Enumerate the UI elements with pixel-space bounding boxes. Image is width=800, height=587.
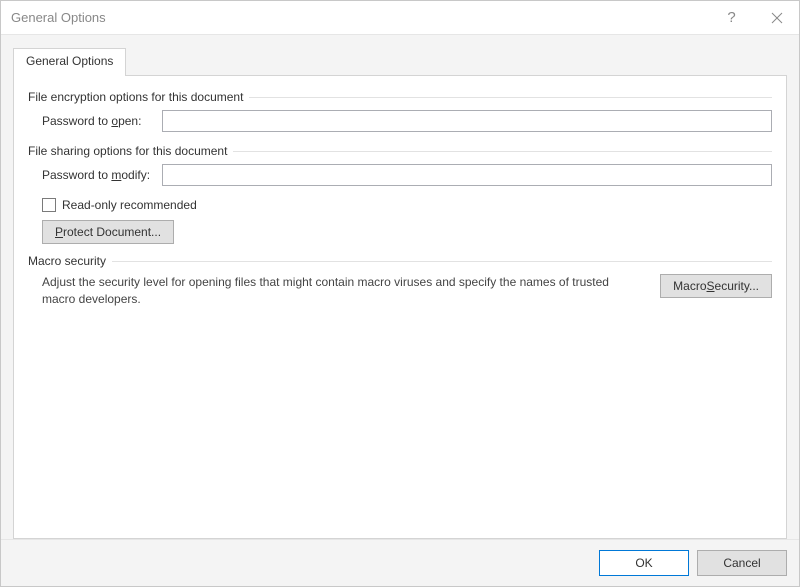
cancel-button[interactable]: Cancel bbox=[697, 550, 787, 576]
dialog-footer: OK Cancel bbox=[1, 539, 799, 586]
titlebar: General Options ? bbox=[1, 1, 799, 35]
help-icon[interactable]: ? bbox=[709, 1, 754, 34]
protect-document-button[interactable]: Protect Document... bbox=[42, 220, 174, 244]
macro-row: Adjust the security level for opening fi… bbox=[42, 274, 772, 308]
password-open-row: Password to open: bbox=[42, 110, 772, 132]
protect-document-wrap: Protect Document... bbox=[42, 220, 772, 244]
window-title: General Options bbox=[11, 10, 106, 25]
tabs: General Options bbox=[13, 47, 787, 75]
ok-button[interactable]: OK bbox=[599, 550, 689, 576]
password-open-label: Password to open: bbox=[42, 114, 162, 128]
window-controls: ? bbox=[709, 1, 799, 34]
macro-security-button[interactable]: Macro Security... bbox=[660, 274, 772, 298]
readonly-checkbox[interactable] bbox=[42, 198, 56, 212]
readonly-row[interactable]: Read-only recommended bbox=[42, 198, 772, 212]
tab-panel: File encryption options for this documen… bbox=[13, 75, 787, 539]
general-options-dialog: General Options ? General Options File e… bbox=[0, 0, 800, 587]
tab-general-options[interactable]: General Options bbox=[13, 48, 126, 76]
macro-description: Adjust the security level for opening fi… bbox=[42, 274, 640, 308]
close-icon[interactable] bbox=[754, 1, 799, 34]
dialog-body: General Options File encryption options … bbox=[1, 35, 799, 539]
password-modify-input[interactable] bbox=[162, 164, 772, 186]
password-open-input[interactable] bbox=[162, 110, 772, 132]
password-modify-label: Password to modify: bbox=[42, 168, 162, 182]
readonly-label: Read-only recommended bbox=[62, 198, 197, 212]
section-sharing: File sharing options for this document bbox=[28, 144, 772, 158]
section-encryption: File encryption options for this documen… bbox=[28, 90, 772, 104]
password-modify-row: Password to modify: bbox=[42, 164, 772, 186]
section-macro: Macro security bbox=[28, 254, 772, 268]
